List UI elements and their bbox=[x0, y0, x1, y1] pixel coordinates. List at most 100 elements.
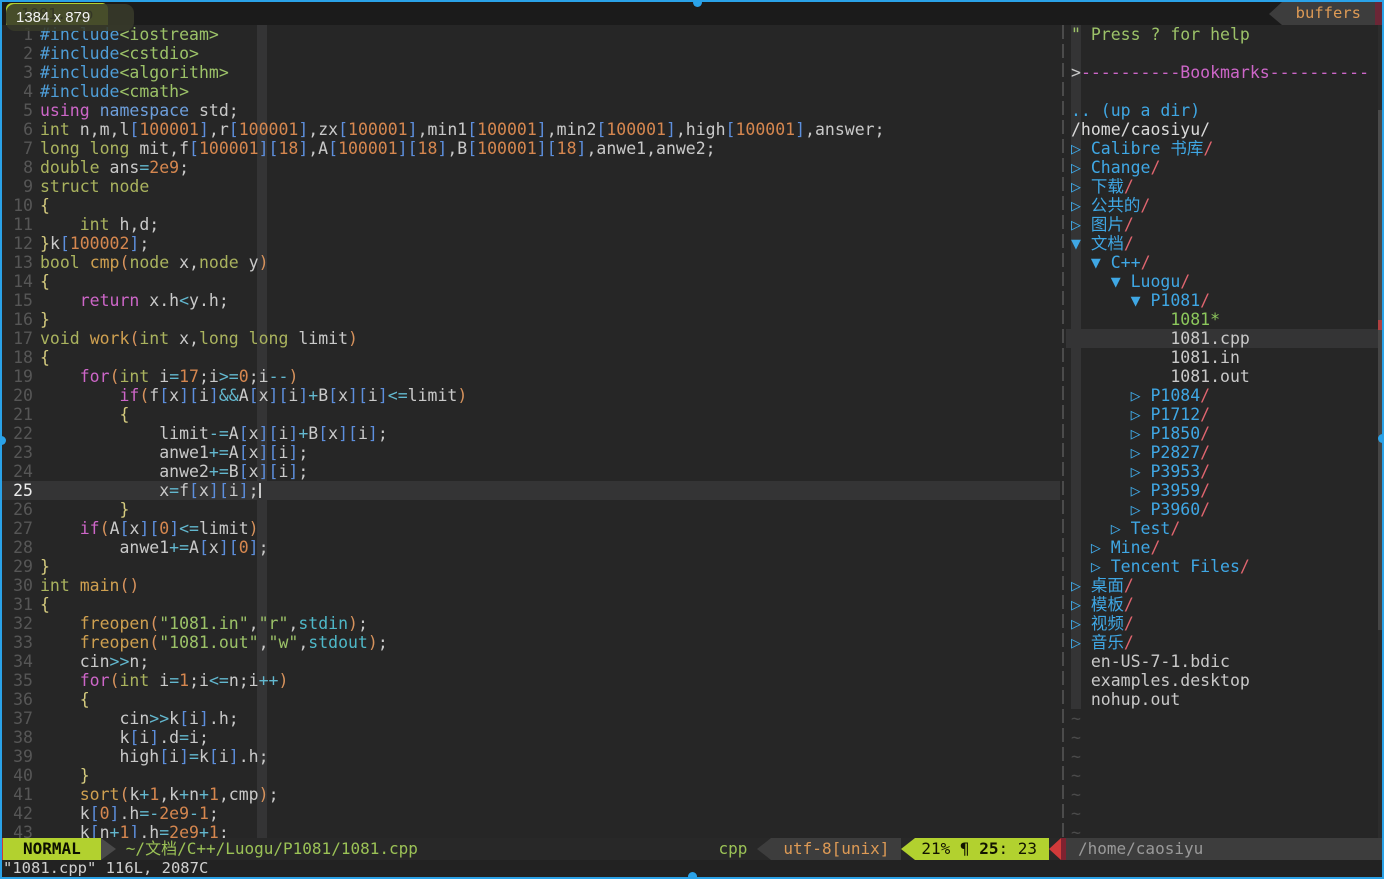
tree-item[interactable]: ▼ C++/ bbox=[1066, 253, 1378, 272]
tree-item[interactable]: 1081* bbox=[1066, 310, 1378, 329]
tree-item[interactable]: ▷ 公共的/ bbox=[1066, 196, 1378, 215]
tree-item[interactable]: ▷ Calibre 书库/ bbox=[1066, 139, 1378, 158]
window-separator[interactable] bbox=[1062, 25, 1064, 838]
tree-item[interactable]: /home/caosiyu/ bbox=[1066, 120, 1378, 139]
tree-item[interactable]: 1081.cpp bbox=[1066, 329, 1378, 348]
token-fn: sort bbox=[80, 785, 120, 804]
code-line[interactable]: 32 freopen("1081.in","r",stdin); bbox=[0, 614, 1060, 633]
code-line[interactable]: 16} bbox=[0, 310, 1060, 329]
code-line[interactable]: 2#include<cstdio> bbox=[0, 44, 1060, 63]
tree-item[interactable]: ▷ Tencent Files/ bbox=[1066, 557, 1378, 576]
tree-item[interactable]: ▼ Luogu/ bbox=[1066, 272, 1378, 291]
line-text: long long mit,f[100001][18],A[100001][18… bbox=[40, 139, 716, 158]
code-line[interactable]: 7long long mit,f[100001][18],A[100001][1… bbox=[0, 139, 1060, 158]
token-op: <= bbox=[209, 671, 229, 690]
code-line[interactable]: 8double ans=2e9; bbox=[0, 158, 1060, 177]
tree-item[interactable]: ▷ P3953/ bbox=[1066, 462, 1378, 481]
token-br: ] bbox=[398, 139, 408, 158]
code-line[interactable]: 24 anwe2+=B[x][i]; bbox=[0, 462, 1060, 481]
code-line[interactable]: 39 high[i]=k[i].h; bbox=[0, 747, 1060, 766]
tree-item[interactable]: .. (up a dir) bbox=[1066, 101, 1378, 120]
token-op: + bbox=[179, 785, 189, 804]
code-line[interactable]: 14{ bbox=[0, 272, 1060, 291]
tree-item[interactable] bbox=[1066, 82, 1378, 101]
tree-item[interactable] bbox=[1066, 44, 1378, 63]
tree-item[interactable]: 1081.in bbox=[1066, 348, 1378, 367]
code-line[interactable]: 11 int h,d; bbox=[0, 215, 1060, 234]
tree-item[interactable]: 1081.out bbox=[1066, 367, 1378, 386]
code-line[interactable]: 1#include<iostream> bbox=[0, 25, 1060, 44]
code-line[interactable]: 3#include<algorithm> bbox=[0, 63, 1060, 82]
tree-item[interactable]: ▼ P1081/ bbox=[1066, 291, 1378, 310]
token-num: 100001 bbox=[348, 120, 408, 139]
line-text: return x.h<y.h; bbox=[40, 291, 229, 310]
tree-item[interactable]: ▷ Change/ bbox=[1066, 158, 1378, 177]
tree-item[interactable]: ▷ P3960/ bbox=[1066, 500, 1378, 519]
code-line[interactable]: 13bool cmp(node x,node y) bbox=[0, 253, 1060, 272]
tree-item[interactable]: nohup.out bbox=[1066, 690, 1378, 709]
tree-item[interactable]: ▷ P1850/ bbox=[1066, 424, 1378, 443]
line-number: 34 bbox=[0, 652, 40, 671]
code-line[interactable]: 35 for(int i=1;i<=n;i++) bbox=[0, 671, 1060, 690]
code-line[interactable]: 38 k[i].d=i; bbox=[0, 728, 1060, 747]
tree-item[interactable]: ▷ P1712/ bbox=[1066, 405, 1378, 424]
code-line[interactable]: 15 return x.h<y.h; bbox=[0, 291, 1060, 310]
code-line[interactable]: 37 cin>>k[i].h; bbox=[0, 709, 1060, 728]
code-line[interactable]: 23 anwe1+=A[x][i]; bbox=[0, 443, 1060, 462]
code-line[interactable]: 22 limit-=A[x][i]+B[x][i]; bbox=[0, 424, 1060, 443]
code-line[interactable]: 12}k[100002]; bbox=[0, 234, 1060, 253]
code-line[interactable]: 33 freopen("1081.out","w",stdout); bbox=[0, 633, 1060, 652]
code-line[interactable]: 31{ bbox=[0, 595, 1060, 614]
tree-item[interactable]: ▷ P2827/ bbox=[1066, 443, 1378, 462]
token-op: += bbox=[209, 443, 229, 462]
token-tx bbox=[1071, 348, 1170, 367]
code-line[interactable]: 19 for(int i=17;i>=0;i--) bbox=[0, 367, 1060, 386]
code-line[interactable]: 43 k[n+1].h=2e9+1; bbox=[0, 823, 1060, 838]
tree-item[interactable]: ▷ 音乐/ bbox=[1066, 633, 1378, 652]
token-bc: { bbox=[40, 272, 50, 291]
code-line[interactable]: 27 if(A[x][0]<=limit) bbox=[0, 519, 1060, 538]
tree-item[interactable]: " Press ? for help bbox=[1066, 25, 1378, 44]
tree-item[interactable]: ▷ 视频/ bbox=[1066, 614, 1378, 633]
code-line[interactable]: 41 sort(k+1,k+n+1,cmp); bbox=[0, 785, 1060, 804]
code-editor[interactable]: 1#include<iostream>2#include<cstdio>3#in… bbox=[0, 25, 1060, 838]
code-line[interactable]: 26 } bbox=[0, 500, 1060, 519]
code-line[interactable]: 5using namespace std; bbox=[0, 101, 1060, 120]
tree-item[interactable]: ▷ 桌面/ bbox=[1066, 576, 1378, 595]
tree-item[interactable]: ▷ P1084/ bbox=[1066, 386, 1378, 405]
tree-item[interactable]: ▷ 图片/ bbox=[1066, 215, 1378, 234]
buffers-label[interactable]: buffers bbox=[1282, 2, 1375, 25]
tree-item[interactable]: en-US-7-1.bdic bbox=[1066, 652, 1378, 671]
tree-item[interactable]: ▷ Mine/ bbox=[1066, 538, 1378, 557]
tree-item[interactable]: ▷ 下载/ bbox=[1066, 177, 1378, 196]
tree-item[interactable]: >----------Bookmarks---------- bbox=[1066, 63, 1378, 82]
code-line[interactable]: 9struct node bbox=[0, 177, 1060, 196]
code-line[interactable]: 6int n,m,l[100001],r[100001],zx[100001],… bbox=[0, 120, 1060, 139]
code-line[interactable]: 34 cin>>n; bbox=[0, 652, 1060, 671]
tree-item[interactable]: ▷ Test/ bbox=[1066, 519, 1378, 538]
token-bc: } bbox=[119, 500, 129, 519]
tree-item[interactable]: examples.desktop bbox=[1066, 671, 1378, 690]
file-explorer[interactable]: " Press ? for help >----------Bookmarks--… bbox=[1066, 25, 1378, 838]
code-line[interactable]: 30int main() bbox=[0, 576, 1060, 595]
tree-item[interactable]: ▷ P3959/ bbox=[1066, 481, 1378, 500]
selection-handle-right[interactable] bbox=[1378, 434, 1384, 443]
code-line[interactable]: 10{ bbox=[0, 196, 1060, 215]
code-line[interactable]: 28 anwe1+=A[x][0]; bbox=[0, 538, 1060, 557]
tree-item[interactable]: ▼ 文档/ bbox=[1066, 234, 1378, 253]
tree-item[interactable]: ▷ 模板/ bbox=[1066, 595, 1378, 614]
code-line[interactable]: 20 if(f[x][i]&&A[x][i]+B[x][i]<=limit) bbox=[0, 386, 1060, 405]
code-line[interactable]: 21 { bbox=[0, 405, 1060, 424]
code-line[interactable]: 36 { bbox=[0, 690, 1060, 709]
code-line[interactable]: 25 x=f[x][i]; bbox=[0, 481, 1060, 500]
code-line[interactable]: 42 k[0].h=-2e9-1; bbox=[0, 804, 1060, 823]
code-line[interactable]: 29} bbox=[0, 557, 1060, 576]
code-line[interactable]: 18{ bbox=[0, 348, 1060, 367]
screenshot-size-tooltip: 1384 x 879 bbox=[6, 4, 134, 31]
selection-handle-bottom[interactable] bbox=[688, 872, 697, 879]
token-pa: ) bbox=[259, 785, 269, 804]
code-line[interactable]: 17void work(int x,long long limit) bbox=[0, 329, 1060, 348]
token-arrow: ▷ bbox=[1071, 443, 1150, 462]
code-line[interactable]: 40 } bbox=[0, 766, 1060, 785]
code-line[interactable]: 4#include<cmath> bbox=[0, 82, 1060, 101]
